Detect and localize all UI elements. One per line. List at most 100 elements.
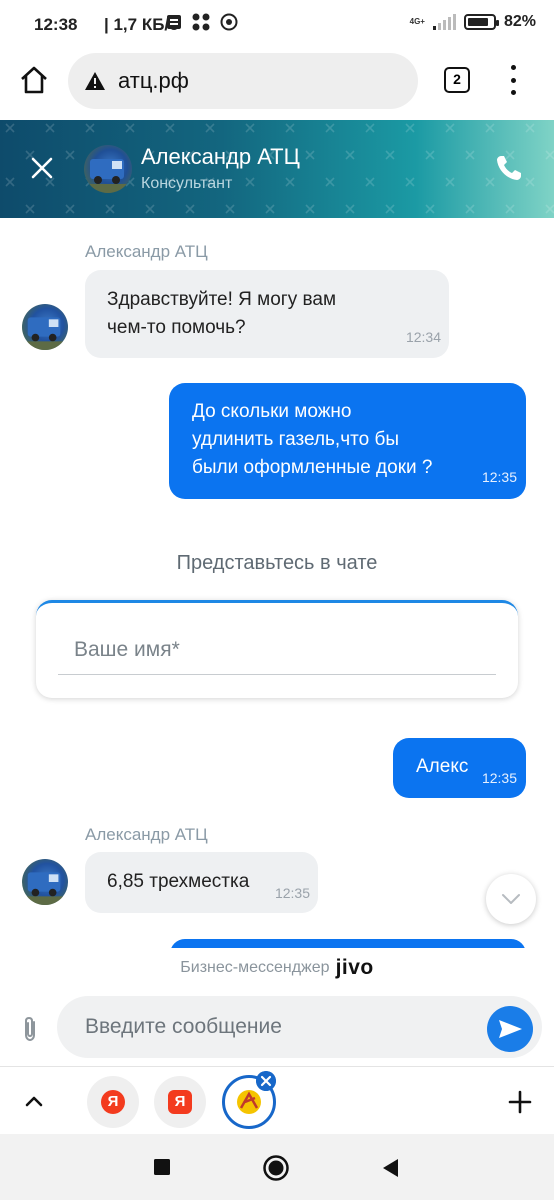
network-type: 4G+ [409,17,425,26]
pattern-mark [485,123,495,133]
agent-avatar [84,145,132,193]
pattern-mark [405,177,415,187]
pattern-mark [245,123,255,133]
pattern-mark [65,204,75,214]
tab-yandex[interactable]: Я [87,1076,139,1128]
intro-form-card [36,600,518,698]
powered-by-label: Бизнес-мессенджер [180,959,330,976]
pattern-mark [305,150,315,160]
incoming-message: 6,85 трехместка 12:35 [85,852,318,913]
pattern-mark [385,150,395,160]
pattern-mark [465,150,475,160]
message-text: До скольки можно удлинить газель,что бы … [192,401,433,478]
incoming-message: Здравствуйте! Я могу вам чем-то помочь? … [85,270,449,358]
sender-name: Александр АТЦ [85,242,208,261]
pattern-mark [445,123,455,133]
browser-tab-strip: Я Я [0,1066,554,1134]
agent-name: Александр АТЦ [141,144,300,169]
pattern-mark [5,177,15,187]
overflow-menu-icon[interactable] [505,65,521,95]
pattern-mark [545,150,554,160]
signal-icon [432,14,456,30]
dots-icon [192,13,210,31]
yandex-square-icon: Я [168,1090,192,1114]
phone-screen: 12:38 | 1,7 КБ/с 4G+ 82% атц.рф 2 Алекса… [0,0,554,1200]
close-chat-icon[interactable] [28,154,56,182]
message-time: 12:35 [481,770,517,786]
pattern-mark [245,177,255,187]
outgoing-message: Алекс 12:35 [393,738,526,798]
agent-avatar [22,859,68,905]
status-bar: 12:38 | 1,7 КБ/с 4G+ 82% [0,0,554,50]
message-composer [0,988,554,1066]
pattern-mark [125,123,135,133]
chevron-up-icon[interactable] [22,1089,46,1113]
message-time: 12:35 [481,469,517,485]
pattern-mark [345,150,355,160]
pattern-mark [445,177,455,187]
pattern-mark [185,204,195,214]
pattern-mark [545,204,554,214]
pattern-mark [25,204,35,214]
pattern-mark [225,204,235,214]
pattern-mark [425,204,435,214]
pattern-mark [365,177,375,187]
brand-logo[interactable]: jivo [336,956,374,980]
home-icon[interactable] [18,64,50,96]
url-text: атц.рф [118,68,189,93]
new-tab-icon[interactable] [507,1089,533,1115]
pattern-mark [365,123,375,133]
intro-title: Представьтесь в чате [176,552,378,574]
pattern-mark [305,204,315,214]
pattern-mark [165,123,175,133]
powered-by: Бизнес-мессенджер jivo [0,948,554,988]
battery-icon [463,14,499,30]
pattern-mark [525,123,535,133]
sender-name: Александр АТЦ [85,825,208,844]
pattern-mark [45,123,55,133]
message-text: Алекс [416,756,469,777]
pattern-mark [525,177,535,187]
send-icon [499,1020,522,1038]
tab-yandex-2[interactable]: Я [154,1076,206,1128]
pattern-mark [325,123,335,133]
phone-icon[interactable] [494,153,524,183]
pattern-mark [5,123,15,133]
send-button[interactable] [487,1006,533,1052]
status-icons [166,13,238,31]
pattern-mark [505,204,515,214]
back-icon[interactable] [380,1157,400,1179]
address-bar[interactable]: атц.рф [68,53,418,109]
pattern-mark [285,123,295,133]
outgoing-message: До скольки можно удлинить газель,что бы … [169,383,526,499]
close-tab-icon[interactable] [256,1071,276,1091]
name-input[interactable] [58,625,496,675]
pattern-mark [325,177,335,187]
agent-role: Консультант [141,175,233,192]
message-time: 12:34 [405,329,441,345]
home-button-icon[interactable] [262,1154,290,1182]
message-text: 6,85 трехместка [107,871,250,892]
message-list[interactable]: Александр АТЦ Здравствуйте! Я могу вам ч… [0,218,554,948]
pattern-mark [345,204,355,214]
recent-apps-icon[interactable] [153,1158,171,1176]
scroll-down-button[interactable] [486,874,536,924]
message-input[interactable] [57,996,542,1058]
sim-card-icon [167,15,181,29]
pattern-mark [145,204,155,214]
pattern-mark [205,123,215,133]
pattern-mark [385,204,395,214]
pattern-mark [425,150,435,160]
warning-icon[interactable] [84,70,106,92]
tab-switcher-button[interactable]: 2 [444,67,470,93]
clock: 12:38 [34,15,78,34]
status-right: 4G+ 82% [410,13,536,31]
pattern-mark [65,150,75,160]
pattern-mark [405,123,415,133]
pattern-mark [265,204,275,214]
pattern-mark [105,204,115,214]
battery-percent: 82% [503,13,536,30]
chevron-down-icon [502,894,520,904]
yandex-icon: Я [101,1090,125,1114]
paperclip-icon[interactable] [18,1014,42,1044]
